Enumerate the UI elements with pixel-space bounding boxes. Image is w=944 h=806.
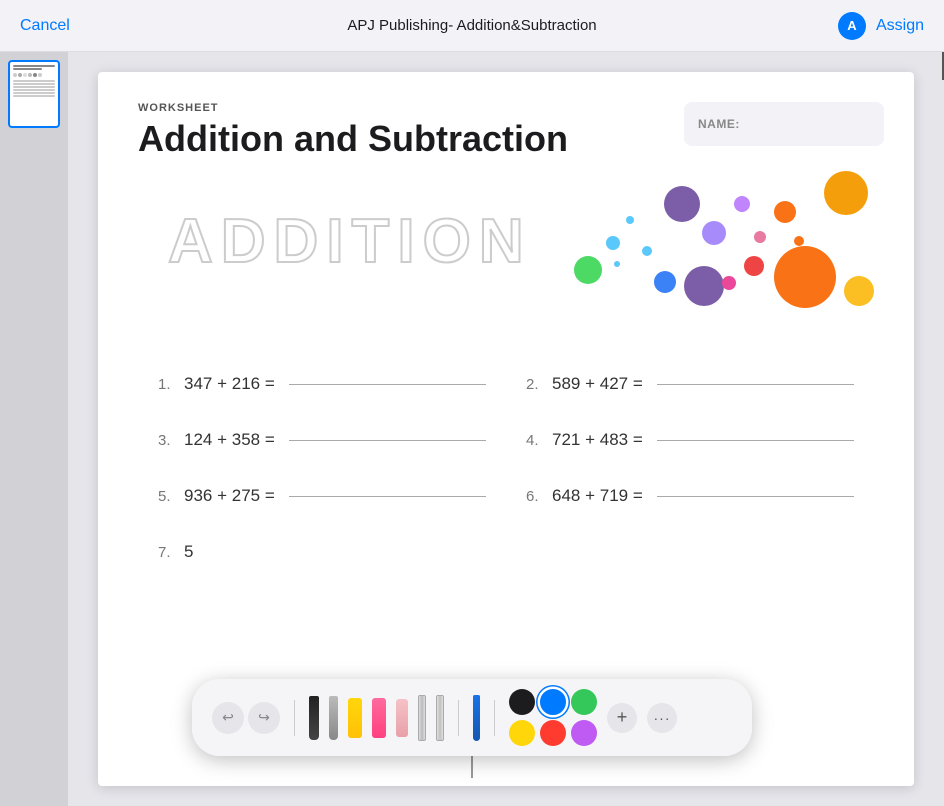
addition-watermark: ADDITION [168,206,532,277]
bubble [734,196,750,212]
document-title: APJ Publishing- Addition&Subtraction [347,17,596,34]
lasso-tool[interactable] [436,695,444,741]
pencil-tool[interactable] [329,696,338,740]
drawing-toolbar: ↩ ↪ + ··· [192,679,752,756]
answer-line [289,440,486,441]
pencil-icon [329,696,338,740]
bubble [642,246,652,256]
undo-button[interactable]: ↩ [212,702,244,734]
bubble [606,236,620,250]
bubble [626,216,634,224]
bubble [654,271,676,293]
pen-tool[interactable] [309,696,319,740]
bubble [844,276,874,306]
bubble [824,171,868,215]
problem-row: 1. 347 + 216 = [138,356,506,412]
more-options-button[interactable]: ··· [647,703,677,733]
highlighter-yellow-tool[interactable] [348,698,362,738]
answer-line [657,440,854,441]
problem-number: 1. [158,376,176,393]
separator-1 [294,700,295,736]
problem-row: 7. 5 [138,524,506,580]
problem-row: 6. 648 + 719 = [506,468,874,524]
bubble [744,256,764,276]
color-swatch[interactable] [509,720,535,746]
lasso-icon [436,695,444,741]
separator-3 [494,700,495,736]
problem-number: 2. [526,376,544,393]
color-swatch[interactable] [540,720,566,746]
problem-number: 7. [158,544,176,561]
page-thumbnail[interactable] [8,60,60,128]
problem-text: 721 + 483 = [552,430,643,450]
bubble [774,201,796,223]
problem-row: 5. 936 + 275 = [138,468,506,524]
problem-number: 6. [526,488,544,505]
right-actions: A Assign [838,12,924,40]
blue-pen-icon [473,695,480,741]
bubble [684,266,724,306]
ruler-tool[interactable] [418,695,426,741]
color-swatch[interactable] [571,720,597,746]
avatar: A [838,12,866,40]
add-color-button[interactable]: + [607,703,637,733]
highlighter-pink-tool[interactable] [372,698,386,738]
bubble [794,236,804,246]
color-swatch[interactable] [540,689,566,715]
problem-row: 3. 124 + 358 = [138,412,506,468]
highlighter-yellow-icon [348,698,362,738]
name-label: NAME: [698,117,740,131]
separator-2 [458,700,459,736]
color-swatch[interactable] [509,689,535,715]
bubbles-container [554,166,874,346]
problem-text: 347 + 216 = [184,374,275,394]
bubble [722,276,736,290]
name-box: NAME: [684,102,884,146]
problem-text: 936 + 275 = [184,486,275,506]
problem-number: 5. [158,488,176,505]
problem-text: 648 + 719 = [552,486,643,506]
bubble [574,256,602,284]
answer-line [657,384,854,385]
bubble [754,231,766,243]
color-swatch[interactable] [571,689,597,715]
eraser-icon [396,699,408,737]
problem-text: 589 + 427 = [552,374,643,394]
watermark-area: ADDITION [138,176,874,336]
blue-pen-tool[interactable] [473,695,480,741]
answer-line [657,496,854,497]
problem-row: 2. 589 + 427 = [506,356,874,412]
cancel-button[interactable]: Cancel [20,13,70,39]
problem-text: 5 [184,542,193,562]
eraser-tool[interactable] [396,699,408,737]
problem-number: 3. [158,432,176,449]
bubble [774,246,836,308]
undo-redo-group: ↩ ↪ [212,702,280,734]
ruler-icon [418,695,426,741]
answer-line [289,496,486,497]
problem-number: 4. [526,432,544,449]
redo-button[interactable]: ↪ [248,702,280,734]
problem-row: 4. 721 + 483 = [506,412,874,468]
highlighter-pink-icon [372,698,386,738]
assign-button[interactable]: Assign [876,17,924,35]
top-bar: Cancel APJ Publishing- Addition&Subtract… [0,0,944,52]
bubble [614,261,620,267]
problem-text: 124 + 358 = [184,430,275,450]
pen-icon [309,696,319,740]
bubble [664,186,700,222]
answer-line [289,384,486,385]
sidebar [0,52,68,806]
toolbar-handle [471,756,473,778]
color-swatches [509,689,597,746]
bubble [702,221,726,245]
problems-grid: 1. 347 + 216 = 2. 589 + 427 = 3. 124 + 3… [138,356,874,580]
